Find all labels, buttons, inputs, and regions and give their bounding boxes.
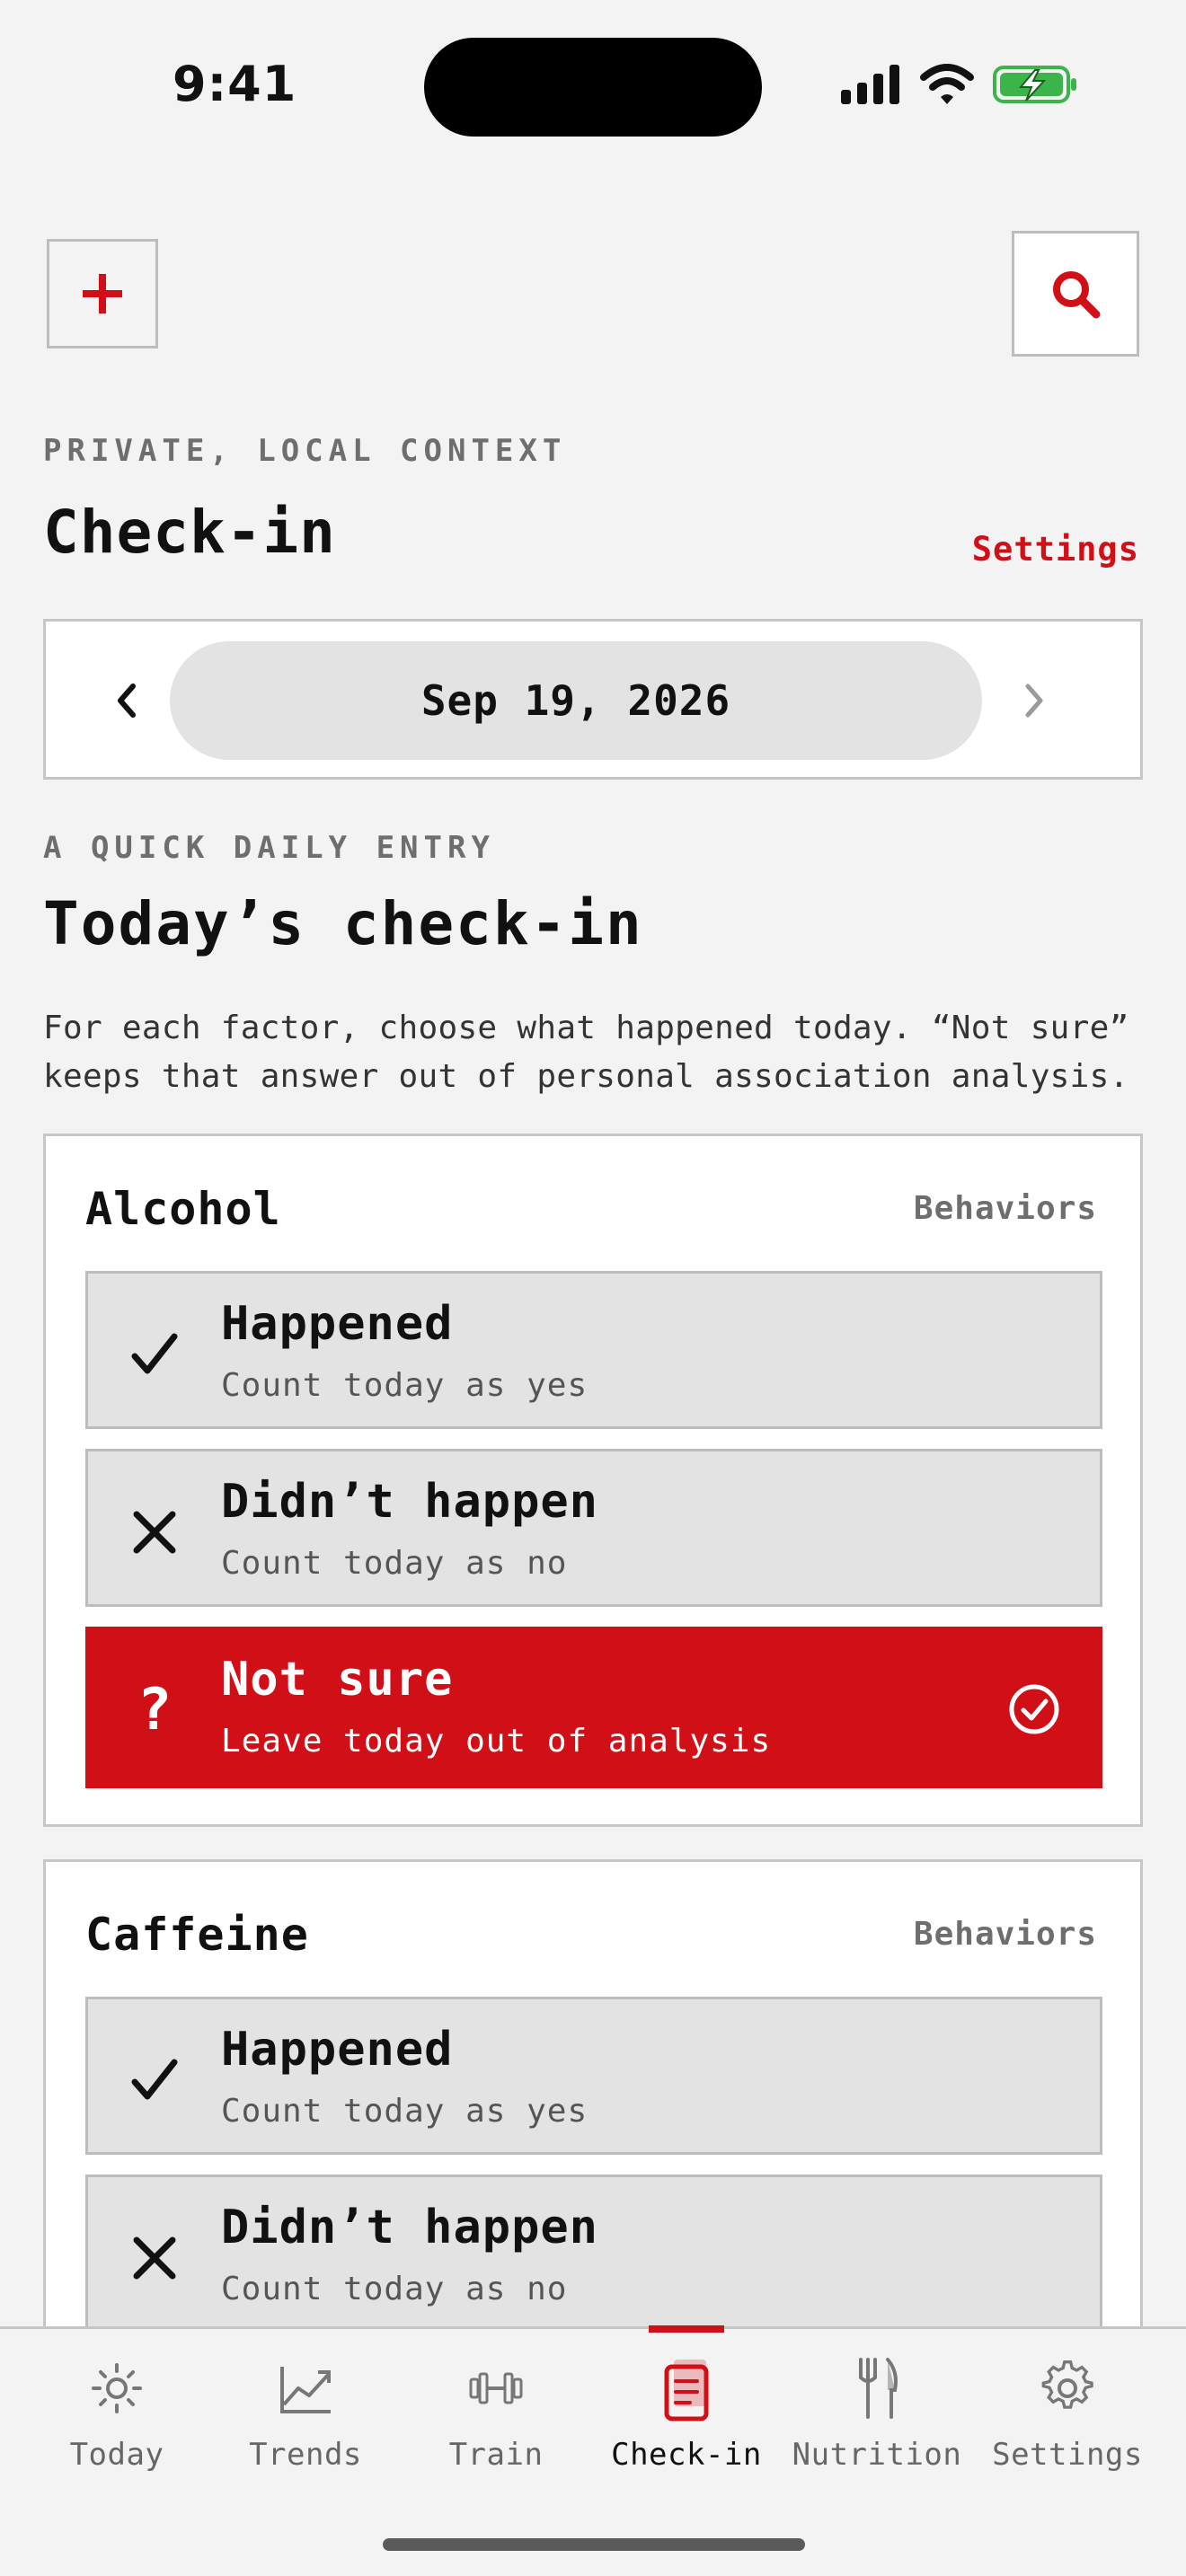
factor-card-caffeine: Caffeine Behaviors Happened Count today … xyxy=(43,1859,1143,2362)
tab-trends[interactable]: Trends xyxy=(210,2329,401,2527)
question-icon: ? xyxy=(137,1677,173,1743)
factor-card-alcohol: Alcohol Behaviors Happened Count today a… xyxy=(43,1134,1143,1827)
factor-name: Alcohol xyxy=(85,1183,281,1235)
checkmark-icon xyxy=(131,1333,178,1374)
option-label: Happened xyxy=(221,1297,454,1351)
active-tab-indicator xyxy=(649,2325,724,2333)
header-eyebrow: PRIVATE, LOCAL CONTEXT xyxy=(43,433,567,469)
wifi-icon xyxy=(920,64,974,104)
status-time: 9:41 xyxy=(173,56,297,112)
dynamic-island xyxy=(424,38,762,137)
option-happened[interactable]: Happened Count today as yes xyxy=(85,1271,1102,1429)
tab-nutrition[interactable]: Nutrition xyxy=(782,2329,972,2527)
fork-knife-icon xyxy=(859,2358,898,2419)
tab-train[interactable]: Train xyxy=(401,2329,591,2527)
tab-label: Check-in xyxy=(611,2437,762,2473)
dumbbell-icon xyxy=(469,2372,523,2404)
selected-check-circle-icon xyxy=(1009,1684,1059,1734)
factor-name: Caffeine xyxy=(85,1909,309,1961)
chevron-right-icon xyxy=(1025,684,1043,718)
section-eyebrow: A QUICK DAILY ENTRY xyxy=(43,830,495,866)
settings-link[interactable]: Settings xyxy=(972,530,1139,569)
option-subtitle: Leave today out of analysis xyxy=(221,1723,772,1760)
option-subtitle: Count today as no xyxy=(221,1545,568,1582)
status-bar: 9:41 xyxy=(0,0,1186,171)
chevron-left-icon xyxy=(118,684,136,718)
option-subtitle: Count today as no xyxy=(221,2271,568,2307)
factor-category: Behaviors xyxy=(913,1916,1097,1953)
option-label: Not sure xyxy=(221,1653,454,1707)
search-icon xyxy=(1053,271,1101,319)
trend-chart-icon xyxy=(280,2367,331,2413)
option-label: Didn’t happen xyxy=(221,2201,598,2254)
section-title: Today’s check-in xyxy=(43,889,643,958)
date-selector: Sep 19, 2026 xyxy=(43,619,1143,780)
clipboard-icon xyxy=(664,2360,709,2422)
tab-today[interactable]: Today xyxy=(22,2329,212,2527)
home-indicator xyxy=(383,2538,805,2551)
tab-label: Today xyxy=(69,2437,164,2473)
option-label: Happened xyxy=(221,2023,454,2077)
option-happened[interactable]: Happened Count today as yes xyxy=(85,1997,1102,2155)
cellular-signal-icon xyxy=(841,65,899,104)
x-icon xyxy=(133,1511,176,1554)
add-button[interactable] xyxy=(47,239,158,348)
sun-icon xyxy=(92,2363,142,2413)
gear-icon xyxy=(1041,2360,1093,2409)
option-subtitle: Count today as yes xyxy=(221,1367,589,1404)
x-icon xyxy=(133,2236,176,2280)
section-intro: For each factor, choose what happened to… xyxy=(43,1010,1129,1095)
option-didnt-happen[interactable]: Didn’t happen Count today as no xyxy=(85,2175,1102,2333)
next-day-button[interactable] xyxy=(1007,666,1061,735)
tab-settings[interactable]: Settings xyxy=(972,2329,1163,2527)
tab-label: Nutrition xyxy=(792,2437,962,2473)
page-title: Check-in xyxy=(43,498,336,567)
tab-label: Train xyxy=(448,2437,544,2473)
previous-day-button[interactable] xyxy=(100,666,154,735)
option-didnt-happen[interactable]: Didn’t happen Count today as no xyxy=(85,1449,1102,1607)
battery-charging-icon xyxy=(993,66,1076,103)
option-label: Didn’t happen xyxy=(221,1475,598,1529)
factor-category: Behaviors xyxy=(913,1190,1097,1227)
option-subtitle: Count today as yes xyxy=(221,2093,589,2130)
current-date[interactable]: Sep 19, 2026 xyxy=(170,641,982,760)
checkmark-icon xyxy=(131,2059,178,2100)
tab-label: Trends xyxy=(249,2437,362,2473)
option-not-sure[interactable]: ? Not sure Leave today out of analysis xyxy=(85,1627,1102,1788)
tab-label: Settings xyxy=(992,2437,1143,2473)
tab-check-in[interactable]: Check-in xyxy=(591,2325,782,2527)
plus-icon xyxy=(83,274,122,313)
search-button[interactable] xyxy=(1012,231,1139,357)
